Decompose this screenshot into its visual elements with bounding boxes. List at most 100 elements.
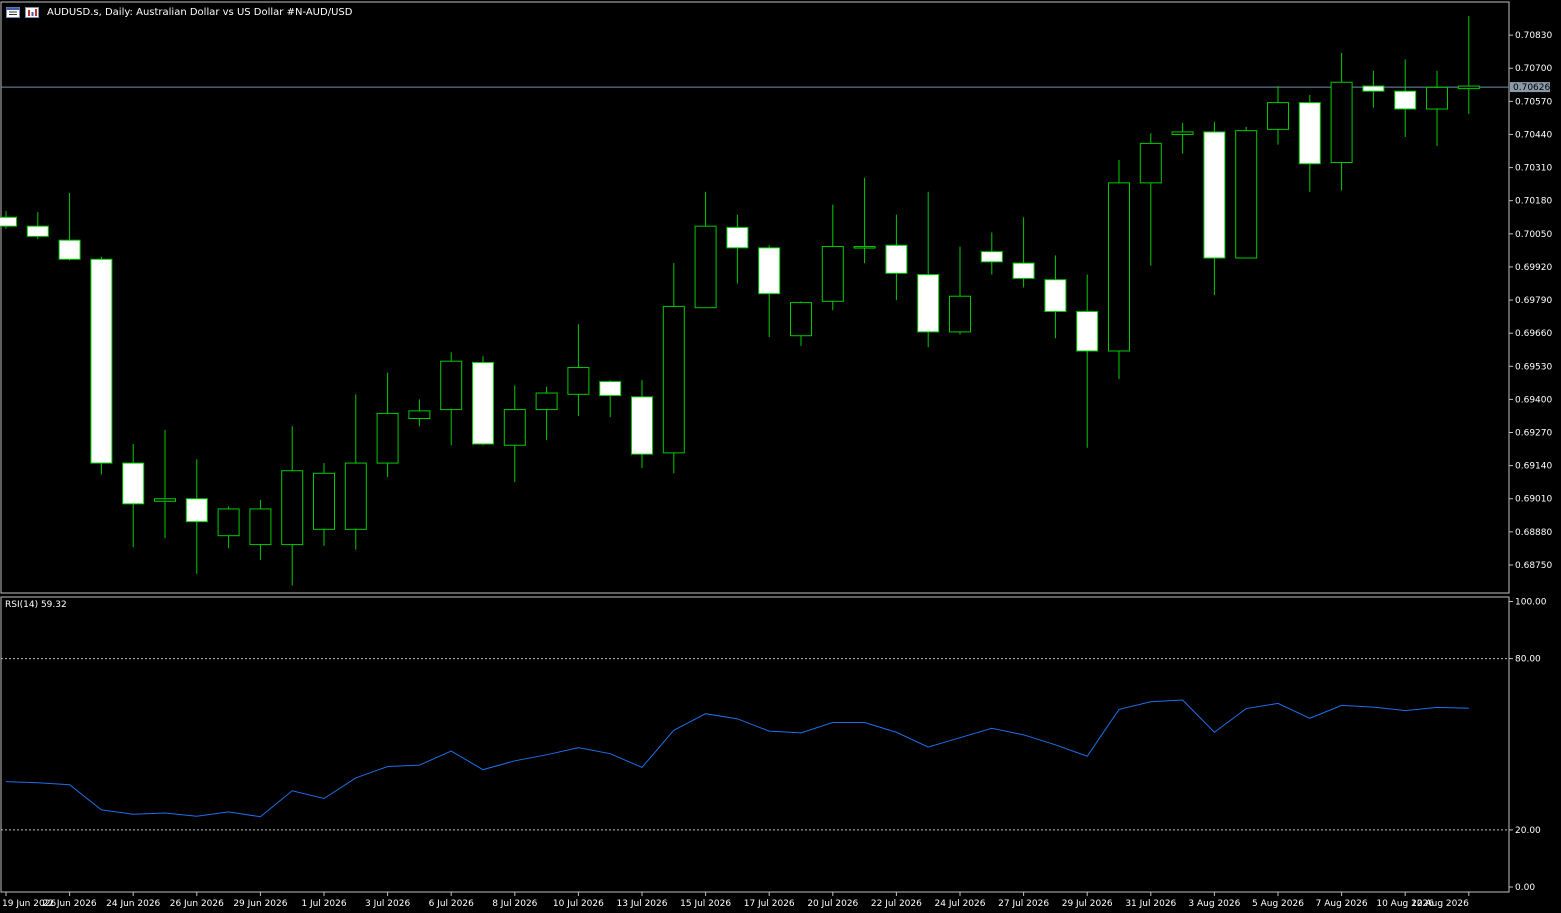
time-tick-label: 27 Jul 2026 (998, 899, 1049, 909)
candle-body (790, 302, 812, 337)
chart-canvas: 0.70830 0.70700 0.70570 0.70440 0.70310 0.701… (0, 1, 1552, 909)
rsi-axis: 100.00 80.00 20.00 0.00 (1, 598, 1547, 893)
candle (185, 459, 208, 574)
candle-body (90, 258, 113, 464)
candle-body (535, 392, 558, 411)
candle-body (917, 274, 940, 333)
candle-body (344, 462, 367, 530)
candle-body (1203, 131, 1226, 259)
candle-body (249, 508, 272, 546)
candle-body (1108, 182, 1130, 352)
candle (154, 429, 176, 539)
candle (26, 212, 49, 239)
window-list-icon[interactable] (6, 6, 20, 18)
candle-body (1426, 86, 1448, 110)
candle-body (567, 367, 590, 395)
candle-body (1139, 142, 1162, 184)
time-tick-label: 3 Jul 2026 (365, 899, 410, 909)
candlestick-series (0, 16, 1480, 586)
time-tick-label: 24 Jul 2026 (935, 899, 986, 909)
rsi-tick-label: 20.00 (1515, 826, 1541, 836)
candle (821, 204, 844, 311)
candle-body (662, 305, 685, 454)
time-tick-label: 1 Jul 2026 (301, 899, 346, 909)
time-tick-label: 15 Jul 2026 (680, 899, 731, 909)
candle (0, 210, 17, 229)
candle-body (980, 251, 1003, 263)
candle-body (1012, 262, 1035, 279)
candle (631, 380, 653, 469)
candle-body (1330, 81, 1353, 163)
time-tick-label: 29 Jul 2026 (1062, 899, 1113, 909)
candle (1330, 52, 1353, 191)
candle-body (26, 225, 49, 237)
candle (1108, 159, 1130, 380)
candle (535, 386, 558, 441)
candle-body (503, 409, 526, 446)
candle-body (1362, 85, 1385, 92)
time-tick-label: 10 Jul 2026 (553, 899, 604, 909)
candle-body (1267, 102, 1289, 130)
candle-body (313, 472, 335, 530)
candle-body (1235, 130, 1258, 259)
rsi-tick-label: 80.00 (1515, 655, 1541, 665)
rsi-tick-label: 0.00 (1515, 883, 1535, 893)
price-tick-label: 0.70440 (1515, 130, 1552, 140)
candle (1203, 121, 1226, 295)
time-axis: 19 Jun 202622 Jun 2026 24 Jun 2026 26 Jun … (1, 891, 1509, 909)
candle (1076, 274, 1099, 448)
candle (313, 463, 335, 546)
price-tick-label: 0.69270 (1515, 429, 1552, 439)
candle (90, 256, 113, 475)
candle (1298, 94, 1321, 192)
price-pane-frame (0, 1, 1510, 594)
candle-body (122, 462, 145, 505)
price-axis: 0.70830 0.70700 0.70570 0.70440 0.70310 0.701… (1509, 31, 1552, 571)
candle-body (154, 498, 176, 502)
candle (599, 380, 622, 418)
candle (790, 301, 812, 346)
candle (1362, 70, 1385, 108)
candle (249, 500, 272, 560)
candle (726, 214, 749, 284)
candle (1044, 255, 1067, 339)
candle (1171, 123, 1194, 154)
time-tick-label: 20 Jul 2026 (807, 899, 858, 909)
candle-body (217, 508, 240, 537)
chart-title: AUDUSD.s, Daily: Australian Dollar vs US… (47, 6, 353, 18)
price-tick-label: 0.70830 (1515, 31, 1552, 41)
candle (662, 263, 685, 474)
rsi-line (5, 699, 1469, 818)
time-tick-label: 7 Aug 2026 (1316, 899, 1368, 909)
time-tick-label: 3 Aug 2026 (1188, 899, 1240, 909)
candle (344, 394, 367, 550)
price-tick-label: 0.68880 (1515, 528, 1552, 538)
candle-body (694, 225, 717, 309)
candle-body (376, 412, 399, 464)
time-tick-label: 5 Aug 2026 (1252, 899, 1304, 909)
candle-body (1457, 85, 1480, 90)
chart-bars-icon[interactable] (25, 6, 39, 18)
price-tick-label: 0.70700 (1515, 64, 1552, 74)
candle (758, 245, 781, 337)
time-tick-label: 22 Jun 2026 (43, 899, 97, 909)
candle-body (631, 396, 653, 455)
candle-body (885, 244, 908, 274)
rsi-tick-label: 100.00 (1515, 598, 1547, 608)
candle (408, 399, 431, 427)
time-tick-label: 24 Jun 2026 (106, 899, 160, 909)
candle (1267, 86, 1289, 145)
candle (1139, 133, 1162, 266)
candle-body (440, 360, 463, 411)
price-tick-label: 0.69920 (1515, 263, 1552, 273)
candle (281, 426, 304, 586)
candle-body (185, 498, 208, 523)
candle-body (949, 295, 971, 333)
time-tick-label: 29 Jun 2026 (233, 899, 287, 909)
time-tick-label: 12 Aug 2026 (1411, 899, 1469, 909)
price-tick-label: 0.70050 (1515, 230, 1552, 240)
candle (58, 193, 81, 261)
candle (567, 324, 590, 416)
candle (440, 352, 463, 446)
price-tick-label: 0.70310 (1515, 164, 1552, 174)
